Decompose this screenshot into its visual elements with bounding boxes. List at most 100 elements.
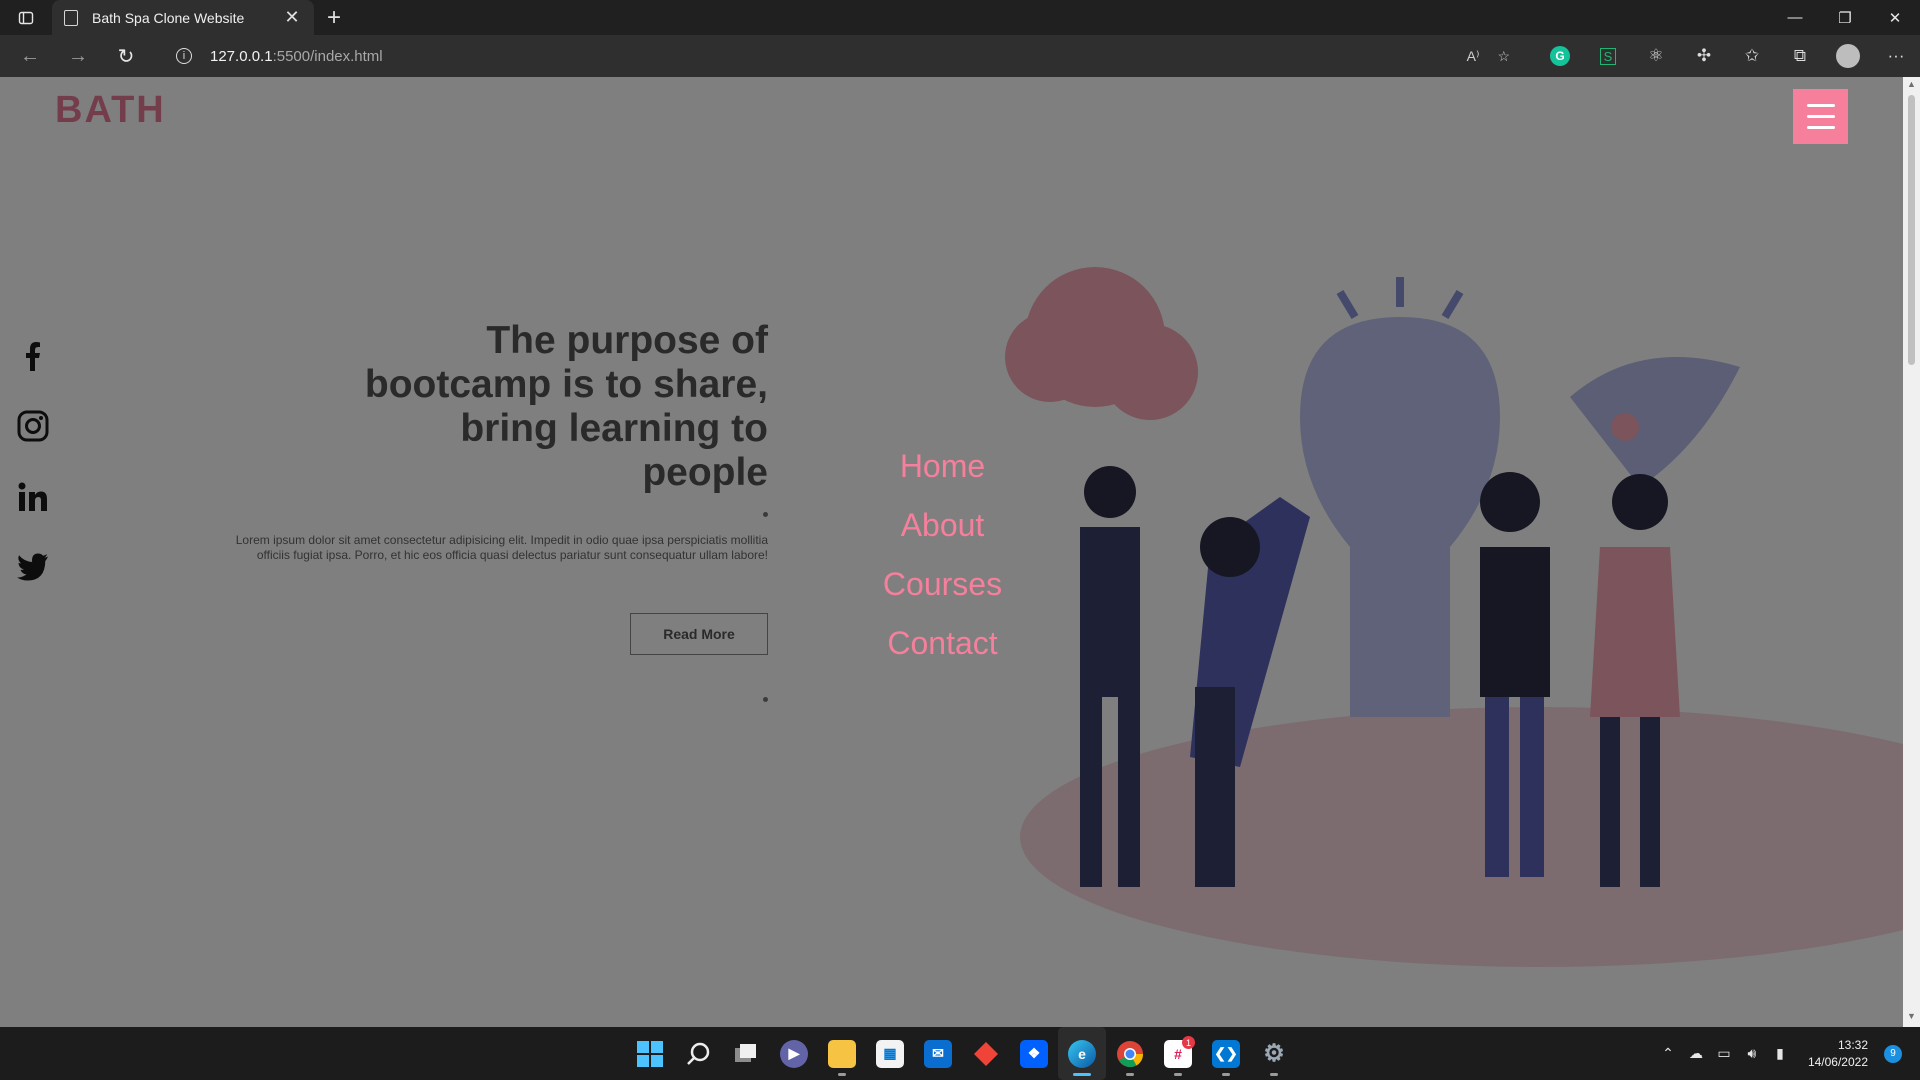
extension-icons: G S ⚛ ✣ ✩ ⧉ ··· <box>1536 35 1920 77</box>
page-icon <box>64 9 78 26</box>
atom-icon: ⚛ <box>1648 46 1664 65</box>
puzzle-icon: ✣ <box>1696 46 1712 65</box>
teams-chat-button[interactable]: ▶ <box>770 1027 818 1080</box>
tab-close-icon[interactable]: ✕ <box>282 7 302 28</box>
nav-courses[interactable]: Courses <box>830 555 1055 614</box>
chevron-up-icon[interactable]: ⌃ <box>1654 1045 1682 1062</box>
scroll-up-icon[interactable]: ▲ <box>1903 79 1920 93</box>
mail-icon: ✉ <box>924 1039 952 1068</box>
page-viewport: BATH The purpose of bootcamp is to share… <box>0 77 1903 1027</box>
address-toolbar: ← → ↻ i 127.0.0.1:5500/index.html A⁾ ☆ G… <box>0 35 1920 77</box>
scrollbar-thumb[interactable] <box>1908 95 1915 365</box>
minimize-button[interactable]: — <box>1770 0 1820 35</box>
notification-count-badge[interactable]: 9 <box>1884 1044 1902 1063</box>
grammarly-icon: G <box>1550 46 1570 66</box>
microsoft-store-button[interactable]: ▦ <box>866 1027 914 1080</box>
store-icon: ▦ <box>876 1039 904 1068</box>
nav-home[interactable]: Home <box>830 437 1055 496</box>
s-extension[interactable]: S <box>1584 35 1632 77</box>
time-label: 13:32 <box>1837 1037 1868 1052</box>
url-actions: A⁾ ☆ <box>1467 35 1510 77</box>
system-tray: ⌃ ☁ ▭ 🔊︎ ▮ 13:32 14/06/2022 9 <box>1654 1027 1920 1080</box>
s-extension-icon: S <box>1599 47 1617 65</box>
running-indicator <box>1222 1073 1230 1076</box>
dropbox-button[interactable]: ❖ <box>1010 1027 1058 1080</box>
menu-bar-icon <box>1806 126 1835 129</box>
battery-icon[interactable]: ▮ <box>1766 1045 1794 1062</box>
slack-button[interactable]: # 1 <box>1154 1027 1202 1080</box>
menu-bar-icon <box>1806 115 1835 118</box>
file-explorer-button[interactable] <box>818 1027 866 1080</box>
tab-actions-icon <box>18 11 34 24</box>
network-icon[interactable]: ▭ <box>1710 1045 1738 1062</box>
cloud-icon[interactable]: ☁ <box>1682 1045 1710 1062</box>
edge-icon: e <box>1068 1039 1096 1068</box>
refresh-button[interactable]: ↻ <box>102 35 150 77</box>
search-icon <box>687 1042 710 1065</box>
profile-button[interactable] <box>1824 35 1872 77</box>
add-favorite-icon[interactable]: ☆ <box>1497 48 1510 65</box>
back-button[interactable]: ← <box>6 35 54 77</box>
new-tab-button[interactable]: + <box>314 0 354 35</box>
notification-badge: 1 <box>1182 1036 1195 1049</box>
close-window-button[interactable]: ✕ <box>1870 0 1920 35</box>
mail-button[interactable]: ✉ <box>914 1027 962 1080</box>
window-controls: — ❐ ✕ <box>1770 0 1920 35</box>
scroll-down-icon[interactable]: ▼ <box>1903 1011 1920 1025</box>
settings-button[interactable]: ⚙ <box>1250 1027 1298 1080</box>
taskbar-apps: ▶ ▦ ✉ ❖ e # 1 ❮❯ ⚙ <box>626 1027 1298 1080</box>
restore-button[interactable]: ❐ <box>1820 0 1870 35</box>
favorites-icon: ✩ <box>1744 46 1760 65</box>
chat-icon: ▶ <box>780 1039 808 1068</box>
git-app-button[interactable] <box>962 1027 1010 1080</box>
vscode-icon: ❮❯ <box>1212 1039 1240 1068</box>
task-view-icon <box>735 1043 756 1062</box>
running-indicator <box>1270 1073 1278 1076</box>
collections-icon: ⧉ <box>1793 46 1807 65</box>
folder-icon <box>828 1039 856 1068</box>
gear-icon: ⚙ <box>1263 1040 1285 1067</box>
chrome-button[interactable] <box>1106 1027 1154 1080</box>
navigation-menu: Home About Courses Contact <box>830 437 1055 673</box>
chrome-icon <box>1117 1040 1144 1067</box>
task-view-button[interactable] <box>722 1027 770 1080</box>
collections-button[interactable]: ⧉ <box>1776 35 1824 77</box>
hamburger-menu-button[interactable] <box>1793 89 1848 144</box>
extensions-button[interactable]: ✣ <box>1680 35 1728 77</box>
edge-button[interactable]: e <box>1058 1027 1106 1080</box>
grammarly-extension[interactable]: G <box>1536 35 1584 77</box>
start-button[interactable] <box>626 1027 674 1080</box>
search-button[interactable] <box>674 1027 722 1080</box>
favorites-button[interactable]: ✩ <box>1728 35 1776 77</box>
tab-title: Bath Spa Clone Website <box>92 9 245 26</box>
url-path: :5500/index.html <box>272 47 383 65</box>
settings-more-button[interactable]: ··· <box>1872 35 1920 77</box>
tab-actions-button[interactable] <box>0 0 52 35</box>
menu-bar-icon <box>1806 104 1835 107</box>
url-host: 127.0.0.1 <box>210 47 273 65</box>
diamond-app-icon <box>974 1041 998 1066</box>
nav-about[interactable]: About <box>830 496 1055 555</box>
windows-icon <box>637 1040 663 1067</box>
url-field[interactable]: i 127.0.0.1:5500/index.html <box>160 41 1505 71</box>
active-indicator <box>1073 1073 1091 1076</box>
more-icon: ··· <box>1887 46 1905 65</box>
page-scrollbar[interactable]: ▲ ▼ <box>1903 77 1920 1027</box>
nav-contact[interactable]: Contact <box>830 614 1055 673</box>
dropbox-icon: ❖ <box>1020 1039 1048 1068</box>
avatar <box>1836 44 1860 68</box>
date-label: 14/06/2022 <box>1807 1054 1868 1069</box>
running-indicator <box>838 1073 846 1076</box>
browser-tab-bar: Bath Spa Clone Website ✕ + — ❐ ✕ <box>0 0 1920 35</box>
active-tab[interactable]: Bath Spa Clone Website ✕ <box>52 0 314 35</box>
running-indicator <box>1174 1073 1182 1076</box>
vscode-button[interactable]: ❮❯ <box>1202 1027 1250 1080</box>
site-info-icon[interactable]: i <box>176 48 192 64</box>
volume-icon[interactable]: 🔊︎ <box>1738 1045 1766 1062</box>
clock[interactable]: 13:32 14/06/2022 <box>1808 1037 1868 1071</box>
windows-taskbar: ▶ ▦ ✉ ❖ e # 1 ❮❯ ⚙ ⌃ ☁ ▭ 🔊︎ ▮ 13:32 14/0… <box>0 1027 1920 1080</box>
react-devtools-extension[interactable]: ⚛ <box>1632 35 1680 77</box>
running-indicator <box>1126 1073 1134 1076</box>
read-aloud-icon[interactable]: A⁾ <box>1467 48 1480 65</box>
forward-button[interactable]: → <box>54 35 102 77</box>
